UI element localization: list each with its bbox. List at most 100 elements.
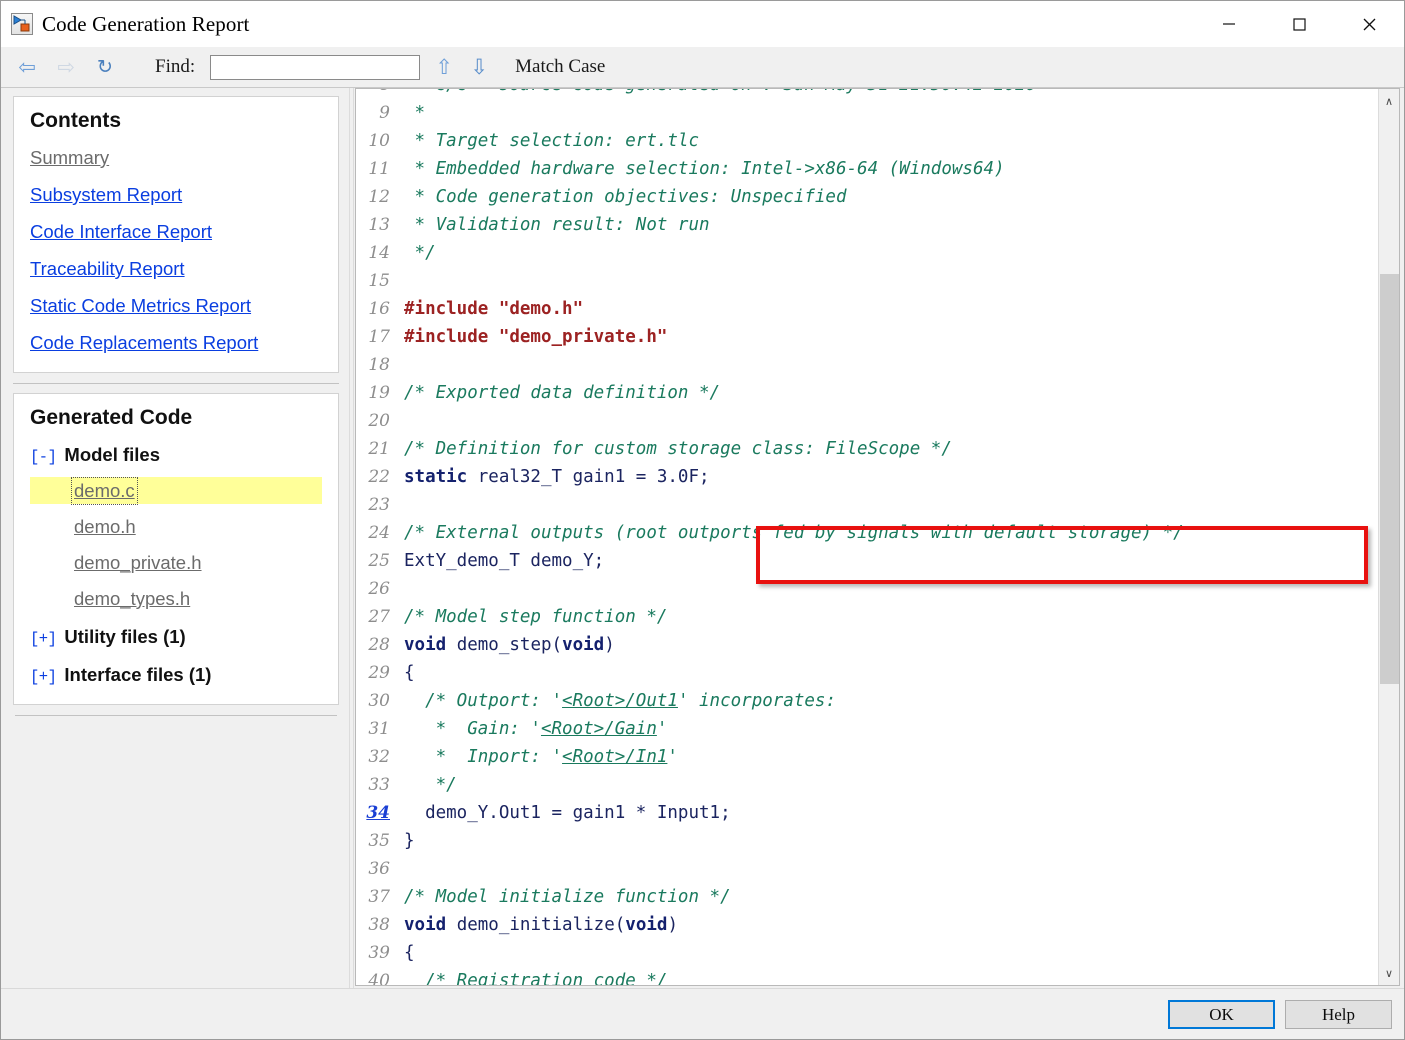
line-number: 14: [368, 243, 390, 263]
code-token: /* Model step function */: [404, 607, 668, 627]
code-token: static: [404, 467, 468, 487]
code-viewport[interactable]: 8 * C/C++ source code generated on : Sun…: [356, 89, 1379, 985]
code-line: 33 */: [356, 771, 1379, 799]
line-number: 26: [368, 579, 390, 599]
code-line-text: /* Outport: '<Root>/Out1' incorporates:: [404, 691, 1379, 711]
line-number: 24: [368, 523, 390, 543]
block-path-link[interactable]: <Root>/Out1: [562, 691, 678, 711]
scrollbar-thumb[interactable]: [1380, 274, 1399, 684]
tree-group-utility-files[interactable]: [+] Utility files (1): [30, 626, 322, 648]
line-number: 36: [368, 859, 390, 879]
line-number: 30: [368, 691, 390, 711]
code-token: *: [404, 103, 426, 123]
collapse-toggle-icon[interactable]: [-]: [30, 448, 57, 466]
help-button[interactable]: Help: [1285, 1000, 1392, 1029]
sidebar-item-subsystem-report[interactable]: Subsystem Report: [30, 184, 322, 206]
code-token: * Code generation objectives: Unspecifie…: [404, 187, 847, 207]
code-line-text: * Inport: '<Root>/In1': [404, 747, 1379, 767]
sidebar-item-static-code-metrics[interactable]: Static Code Metrics Report: [30, 295, 322, 317]
code-token: /* Registration code */: [404, 971, 668, 985]
find-next-icon[interactable]: ⇩: [465, 54, 493, 80]
code-token: /* Outport: ': [404, 691, 563, 711]
code-line: 19 /* Exported data definition */: [356, 379, 1379, 407]
code-token: ExtY_demo_T demo_Y;: [404, 551, 605, 571]
line-number: 31: [368, 719, 390, 739]
sidebar-item-code-interface-report[interactable]: Code Interface Report: [30, 221, 322, 243]
vertical-scrollbar[interactable]: ∧ ∨: [1378, 89, 1399, 985]
generated-code-title: Generated Code: [30, 406, 193, 429]
back-arrow-icon[interactable]: ⇦: [13, 54, 41, 80]
expand-toggle-icon[interactable]: [+]: [30, 668, 57, 686]
tree-file-demo-private-h[interactable]: demo_private.h: [30, 549, 322, 576]
minimize-button[interactable]: [1194, 1, 1264, 47]
code-line-text: * Validation result: Not run: [404, 215, 1379, 235]
code-line-text: */: [404, 243, 1379, 263]
ok-button[interactable]: OK: [1168, 1000, 1275, 1029]
sidebar-item-traceability-report[interactable]: Traceability Report: [30, 258, 322, 280]
find-previous-icon[interactable]: ⇧: [430, 54, 458, 80]
tree-group-interface-files[interactable]: [+] Interface files (1): [30, 664, 322, 686]
forward-arrow-icon[interactable]: ⇨: [52, 54, 80, 80]
code-line: 37 /* Model initialize function */: [356, 883, 1379, 911]
code-line: 35}: [356, 827, 1379, 855]
code-line: 38 void demo_initialize(void): [356, 911, 1379, 939]
window-controls: [1194, 1, 1404, 47]
expand-toggle-icon[interactable]: [+]: [30, 630, 57, 648]
reload-icon[interactable]: ↻: [91, 54, 119, 80]
code-line-text: #include "demo.h": [404, 299, 1379, 319]
panel-splitter[interactable]: [349, 88, 354, 988]
sidebar-item-summary[interactable]: Summary: [30, 147, 322, 169]
code-line-text: */: [404, 775, 1379, 795]
sidebar-item-code-replacements[interactable]: Code Replacements Report: [30, 332, 322, 354]
code-token: * Embedded hardware selection: Intel->x8…: [404, 159, 1005, 179]
generated-code-panel: Generated Code [-] Model files demo.c de…: [13, 393, 339, 705]
code-token: ): [604, 635, 615, 655]
code-token: ' incorporates:: [677, 691, 836, 711]
sidebar: Contents Summary Subsystem Report Code I…: [1, 88, 349, 988]
code-token: void: [625, 915, 668, 935]
sidebar-divider: [13, 383, 339, 384]
tree-group-model-files[interactable]: [-] Model files: [30, 444, 322, 466]
block-path-link[interactable]: <Root>/In1: [562, 747, 667, 767]
line-number-link[interactable]: 34: [356, 803, 404, 823]
code-line: 18: [356, 351, 1379, 379]
tree-file-label[interactable]: demo_types.h: [74, 588, 190, 610]
line-number: 12: [368, 187, 390, 207]
search-input[interactable]: [210, 54, 421, 80]
code-token: #include: [404, 299, 499, 319]
window-title: Code Generation Report: [42, 11, 250, 36]
code-token: demo_initialize(: [446, 915, 626, 935]
line-number: 10: [368, 131, 390, 151]
line-number: 23: [368, 495, 390, 515]
line-number: 25: [368, 551, 390, 571]
contents-panel: Contents Summary Subsystem Report Code I…: [13, 96, 339, 373]
code-line-text: /* Definition for custom storage class: …: [404, 439, 1379, 459]
tree-group-label: Model files: [64, 444, 161, 465]
code-line: 23: [356, 491, 1379, 519]
code-generation-report-window: Code Generation Report ⇦ ⇨ ↻ Find: ⇧ ⇩ M…: [0, 0, 1405, 1040]
scroll-up-icon[interactable]: ∧: [1379, 91, 1399, 111]
tree-file-label[interactable]: demo.c: [71, 476, 138, 505]
scroll-down-icon[interactable]: ∨: [1379, 963, 1399, 983]
maximize-button[interactable]: [1264, 1, 1334, 47]
line-number: 11: [368, 159, 390, 179]
line-number: 28: [368, 635, 390, 655]
tree-group-label: Interface files (1): [64, 664, 212, 685]
tree-file-demo-c[interactable]: demo.c: [30, 476, 322, 505]
code-viewer-panel: 8 * C/C++ source code generated on : Sun…: [355, 88, 1400, 986]
code-line: 40 /* Registration code */: [356, 967, 1379, 985]
tree-file-demo-h[interactable]: demo.h: [30, 513, 322, 540]
tree-file-label[interactable]: demo.h: [74, 516, 136, 538]
line-number: 38: [368, 915, 390, 935]
block-path-link[interactable]: <Root>/Gain: [541, 719, 657, 739]
tree-file-demo-types-h[interactable]: demo_types.h: [30, 585, 322, 612]
main-content-area: Contents Summary Subsystem Report Code I…: [1, 88, 1404, 988]
line-number: 8: [356, 89, 404, 95]
code-line-text: demo_Y.Out1 = gain1 * Input1;: [404, 803, 1379, 823]
code-line-text: /* Exported data definition */: [404, 383, 1379, 403]
close-button[interactable]: [1334, 1, 1404, 47]
code-line-text: {: [404, 663, 1379, 683]
tree-file-label[interactable]: demo_private.h: [74, 552, 202, 574]
code-line: 14 */: [356, 239, 1379, 267]
match-case-toggle[interactable]: Match Case: [515, 56, 605, 78]
